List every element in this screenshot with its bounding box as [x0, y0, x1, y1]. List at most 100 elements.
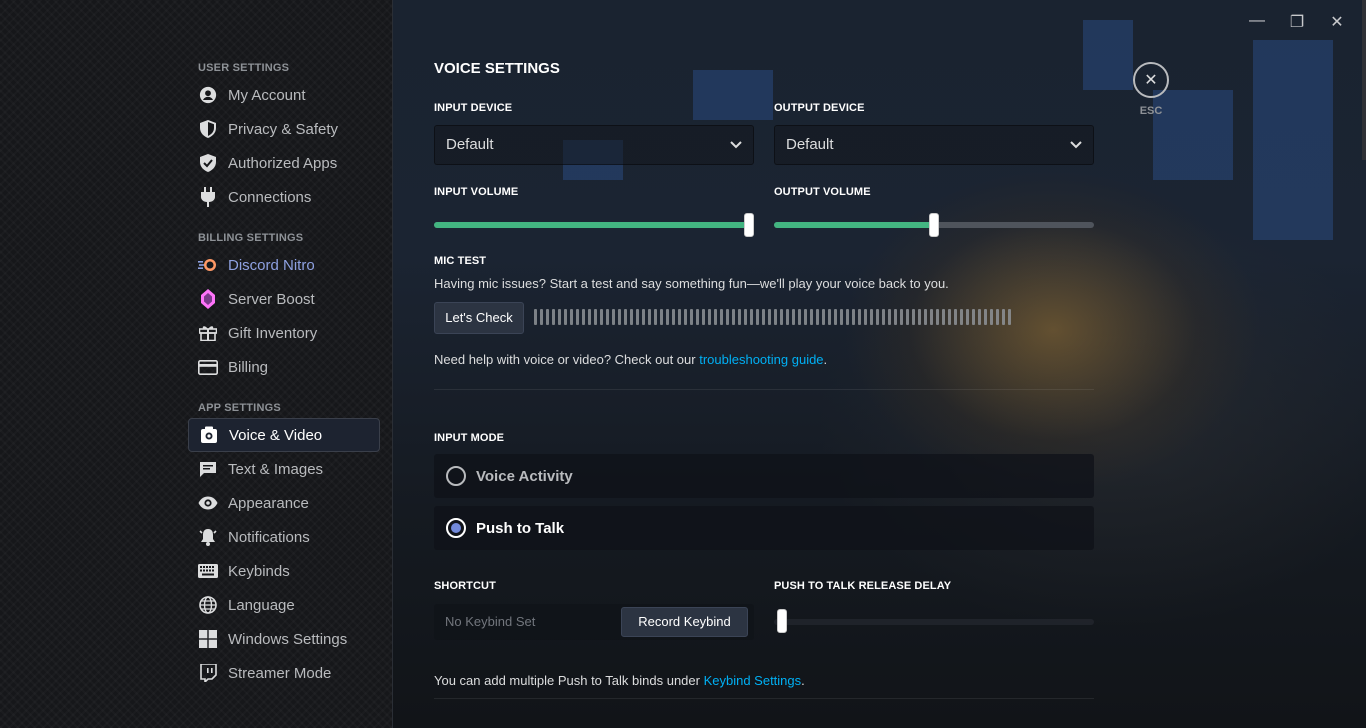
- sidebar-item-discord-nitro[interactable]: Discord Nitro: [188, 248, 380, 282]
- input-volume-fill: [434, 222, 749, 228]
- shortcut-placeholder: No Keybind Set: [445, 614, 536, 629]
- mic-level-tick: [594, 309, 597, 325]
- input-mode-label: INPUT MODE: [434, 432, 505, 444]
- help-text: Need help with voice or video? Check out…: [434, 352, 827, 367]
- lets-check-button[interactable]: Let's Check: [434, 302, 524, 334]
- mic-level-tick: [900, 309, 903, 325]
- mic-level-tick: [906, 309, 909, 325]
- sidebar-item-text-images[interactable]: Text & Images: [188, 452, 380, 486]
- sidebar-item-billing[interactable]: Billing: [188, 350, 380, 384]
- sidebar-item-label: Privacy & Safety: [228, 120, 339, 138]
- sidebar-item-label: Windows Settings: [228, 630, 348, 648]
- mic-level-tick: [840, 309, 843, 325]
- mic-level-tick: [576, 309, 579, 325]
- mic-level-tick: [888, 309, 891, 325]
- input-device-label: INPUT DEVICE: [434, 102, 513, 114]
- close-icon[interactable]: ✕: [1133, 62, 1169, 98]
- mic-level-tick: [810, 309, 813, 325]
- mic-level-tick: [744, 309, 747, 325]
- bell-icon: [198, 527, 218, 547]
- mic-level-tick: [882, 309, 885, 325]
- mic-level-tick: [606, 309, 609, 325]
- mic-level-tick: [858, 309, 861, 325]
- sidebar-item-keybinds[interactable]: Keybinds: [188, 554, 380, 588]
- close-window-button[interactable]: ✕: [1325, 12, 1349, 32]
- shortcut-label: SHORTCUT: [434, 580, 496, 592]
- output-volume-slider[interactable]: [929, 213, 939, 237]
- app-settings-header: APP SETTINGS: [198, 402, 281, 414]
- ptt-delay-track[interactable]: [774, 619, 1094, 625]
- mic-level-tick: [954, 309, 957, 325]
- troubleshooting-link[interactable]: troubleshooting guide: [699, 352, 823, 367]
- sidebar-item-label: Text & Images: [228, 460, 324, 478]
- mic-level-tick: [750, 309, 753, 325]
- mic-level-tick: [930, 309, 933, 325]
- sidebar-item-notifications[interactable]: Notifications: [188, 520, 380, 554]
- mic-level-tick: [864, 309, 867, 325]
- mic-level-tick: [654, 309, 657, 325]
- sidebar-item-voice-video[interactable]: Voice & Video: [188, 418, 380, 452]
- radio-button-selected[interactable]: [446, 518, 466, 538]
- boost-gem-icon: [198, 289, 218, 309]
- stream-icon: [198, 663, 218, 683]
- sidebar-item-authorized-apps[interactable]: Authorized Apps: [188, 146, 380, 180]
- shield-icon: [198, 119, 218, 139]
- globe-icon: [198, 595, 218, 615]
- scrollbar[interactable]: [1362, 0, 1366, 160]
- mic-level-tick: [570, 309, 573, 325]
- sidebar-item-windows-settings[interactable]: Windows Settings: [188, 622, 380, 656]
- mic-level-tick: [912, 309, 915, 325]
- mic-level-tick: [918, 309, 921, 325]
- mic-level-tick: [1008, 309, 1011, 325]
- help-text-prefix: Need help with voice or video? Check out…: [434, 352, 700, 367]
- mic-level-tick: [846, 309, 849, 325]
- output-device-select[interactable]: Default: [774, 125, 1094, 165]
- output-device-value: Default: [786, 136, 834, 153]
- mic-level-tick: [534, 309, 537, 325]
- sidebar-item-appearance[interactable]: Appearance: [188, 486, 380, 520]
- mic-level-tick: [972, 309, 975, 325]
- radio-voice-activity[interactable]: Voice Activity: [434, 454, 1094, 498]
- sidebar-item-streamer-mode[interactable]: Streamer Mode: [188, 656, 380, 690]
- sidebar-item-privacy-safety[interactable]: Privacy & Safety: [188, 112, 380, 146]
- sidebar-item-server-boost[interactable]: Server Boost: [188, 282, 380, 316]
- minimize-button[interactable]: —: [1245, 12, 1269, 30]
- settings-sidebar: USER SETTINGS My Account Privacy & Safet…: [0, 0, 392, 728]
- mic-level-tick: [630, 309, 633, 325]
- mic-level-meter: [534, 308, 1011, 326]
- divider: [434, 389, 1094, 390]
- mic-level-tick: [738, 309, 741, 325]
- help-text-suffix: .: [823, 352, 828, 367]
- mic-test-label: MIC TEST: [434, 255, 487, 267]
- maximize-button[interactable]: ❐: [1285, 12, 1309, 32]
- input-device-select[interactable]: Default: [434, 125, 754, 165]
- keybind-settings-link[interactable]: Keybind Settings: [704, 673, 802, 688]
- mic-level-tick: [1002, 309, 1005, 325]
- record-keybind-button[interactable]: Record Keybind: [621, 607, 748, 637]
- sidebar-item-connections[interactable]: Connections: [188, 180, 380, 214]
- mic-level-tick: [894, 309, 897, 325]
- input-volume-slider[interactable]: [744, 213, 754, 237]
- mic-level-tick: [774, 309, 777, 325]
- esc-close[interactable]: ✕ ESC: [1133, 62, 1169, 117]
- mic-level-tick: [636, 309, 639, 325]
- gift-icon: [198, 323, 218, 343]
- output-device-label: OUTPUT DEVICE: [774, 102, 865, 114]
- mic-level-tick: [996, 309, 999, 325]
- mic-level-tick: [684, 309, 687, 325]
- ptt-note-prefix: You can add multiple Push to Talk binds …: [434, 673, 704, 688]
- sidebar-item-label: Gift Inventory: [228, 324, 318, 342]
- mic-level-tick: [876, 309, 879, 325]
- sidebar-item-gift-inventory[interactable]: Gift Inventory: [188, 316, 380, 350]
- mic-level-tick: [870, 309, 873, 325]
- page-title: VOICE SETTINGS: [434, 60, 560, 77]
- mic-level-tick: [564, 309, 567, 325]
- radio-push-to-talk[interactable]: Push to Talk: [434, 506, 1094, 550]
- radio-button[interactable]: [446, 466, 466, 486]
- sidebar-item-label: Server Boost: [228, 290, 315, 308]
- ptt-delay-slider[interactable]: [777, 609, 787, 633]
- chevron-down-icon: [729, 126, 743, 179]
- mic-level-tick: [672, 309, 675, 325]
- sidebar-item-my-account[interactable]: My Account: [188, 78, 380, 112]
- sidebar-item-language[interactable]: Language: [188, 588, 380, 622]
